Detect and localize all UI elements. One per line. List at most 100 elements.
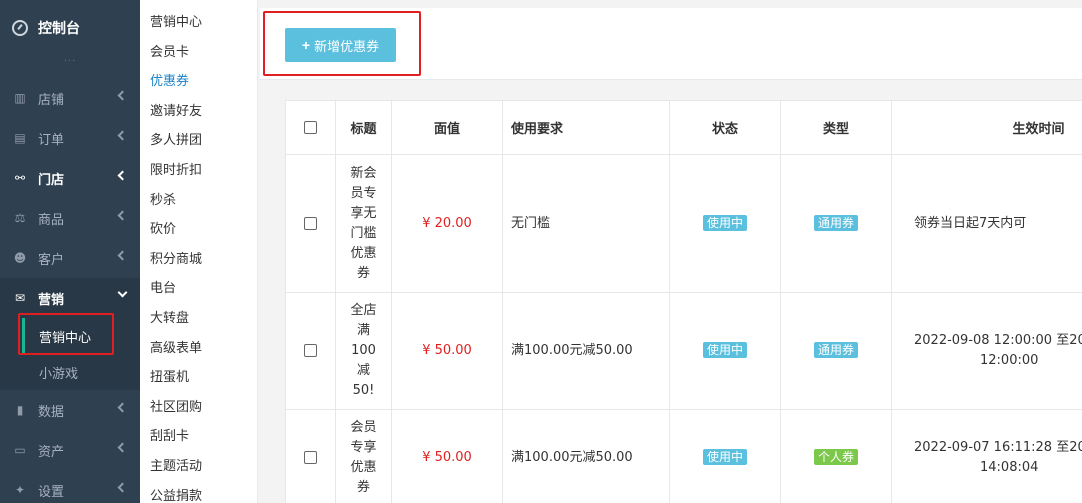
title-line: 50! — [352, 383, 375, 398]
column-header[interactable]: 标题 — [335, 100, 392, 155]
type-cell: 个人券 — [780, 409, 892, 503]
submenu-item[interactable]: 优惠券 — [140, 67, 257, 97]
sidebar-subitem-marketing-center[interactable]: 营销中心 — [0, 313, 140, 355]
title-line: 券 — [356, 479, 370, 495]
bar-chart-icon: ▮ — [16, 403, 24, 417]
sidebar-subitem-mini-games[interactable]: 小游戏 — [0, 354, 140, 390]
title-line: 享无 — [350, 205, 377, 221]
gear-icon: ✦ — [14, 483, 26, 497]
sidebar-submenu-marketing: 营销中心 小游戏 — [0, 313, 140, 390]
select-all-checkbox[interactable] — [304, 121, 317, 134]
table-row[interactable]: 全店满 100 减 50! ¥ 50.00 满100.00元减50.00 使用中 通用券 202… — [285, 292, 1082, 410]
sidebar-logo[interactable]: 控制台 — [0, 0, 140, 56]
title-line: 优惠 — [350, 245, 377, 261]
column-header[interactable]: 面值 — [391, 100, 503, 155]
table-header-row: 标题 面值 使用要求 状态 类型 生效时间 — [285, 100, 1082, 155]
add-coupon-label: 新增优惠券 — [314, 38, 380, 54]
sidebar-item-orders[interactable]: ▤ 订单 — [0, 118, 140, 158]
title-line: 员专 — [350, 185, 377, 201]
users-icon: ☻ — [13, 251, 27, 265]
sidebar-divider-dots: ··· — [63, 56, 77, 67]
sidebar-item-label: 订单 — [38, 132, 65, 148]
submenu-item[interactable]: 刮刮卡 — [140, 422, 257, 452]
submenu-item[interactable]: 邀请好友 — [140, 97, 257, 127]
shop-icon: ▥ — [14, 91, 26, 105]
submenu-item[interactable]: 积分商城 — [140, 245, 257, 275]
status-cell: 使用中 — [669, 292, 781, 410]
effective-time: 领券当日起7天内可 — [891, 154, 1082, 293]
submenu-item[interactable]: 限时折扣 — [140, 156, 257, 186]
submenu-item[interactable]: 扭蛋机 — [140, 363, 257, 393]
sidebar-item-products[interactable]: ⚖ 商品 — [0, 198, 140, 238]
column-header[interactable]: 生效时间 — [891, 100, 1082, 155]
column-header[interactable]: 状态 — [669, 100, 781, 155]
submenu-item[interactable]: 会员卡 — [140, 38, 257, 68]
sidebar-item-settings[interactable]: ✦ 设置 — [0, 470, 140, 503]
sidebar-logo-label: 控制台 — [38, 21, 80, 37]
effective-time-line: 领券当日起7天内可 — [914, 215, 1027, 231]
submenu-item[interactable]: 电台 — [140, 274, 257, 304]
toolbar: + 新增优惠券 — [260, 8, 1082, 80]
sidebar-item-stores[interactable]: ⚯ 门店 — [0, 158, 140, 198]
title-line: 新会 — [350, 165, 377, 181]
row-checkbox[interactable] — [304, 216, 317, 230]
submenu-item[interactable]: 主题活动 — [140, 452, 257, 482]
sidebar-item-data[interactable]: ▮ 数据 — [0, 390, 140, 430]
coupon-value: ¥ 50.00 — [391, 409, 503, 503]
coupon-requirement: 满100.00元减50.00 — [502, 409, 670, 503]
title-line: 减 — [356, 363, 370, 378]
chevron-left-icon — [117, 402, 128, 413]
row-select-cell — [285, 292, 336, 410]
submenu-item[interactable]: 秒杀 — [140, 186, 257, 216]
submenu-item[interactable]: 砍价 — [140, 215, 257, 245]
highlight-box — [18, 313, 114, 355]
title-line: 100 — [351, 343, 376, 358]
title-line: 专享 — [350, 439, 377, 455]
chevron-left-icon — [117, 170, 128, 181]
submenu-item[interactable]: 社区团购 — [140, 393, 257, 423]
sidebar-item-label: 资产 — [38, 444, 65, 460]
type-cell: 通用券 — [780, 154, 892, 293]
sidebar-subitem-label: 小游戏 — [39, 366, 79, 382]
submenu-item[interactable]: 营销中心 — [140, 8, 257, 38]
sidebar-item-customers[interactable]: ☻ 客户 — [0, 238, 140, 278]
column-header[interactable]: 使用要求 — [502, 100, 670, 155]
submenu-item[interactable]: 多人拼团 — [140, 126, 257, 156]
type-cell: 通用券 — [780, 292, 892, 410]
type-badge: 个人券 — [813, 448, 858, 465]
submenu-item[interactable]: 大转盘 — [140, 304, 257, 334]
sidebar-item-label: 营销 — [38, 292, 65, 308]
type-badge: 通用券 — [813, 342, 858, 358]
sidebar-item-marketing[interactable]: ✉ 营销 — [0, 278, 140, 318]
balance-icon: ⚖ — [14, 211, 26, 225]
row-checkbox[interactable] — [304, 344, 317, 357]
column-header[interactable]: 类型 — [780, 100, 892, 155]
submenu-item[interactable]: 公益捐款 — [140, 482, 257, 503]
title-line: 满 — [356, 323, 370, 338]
coupon-title: 会员 专享 优惠券 — [335, 409, 392, 503]
row-select-cell — [285, 409, 336, 503]
add-coupon-button[interactable]: + 新增优惠券 — [285, 28, 396, 62]
status-cell: 使用中 — [669, 154, 781, 293]
sidebar-item-label: 数据 — [38, 404, 65, 420]
table-row[interactable]: 新会 员专 享无 门槛 优惠券 ¥ 20.00 无门槛 使用中 通用券 领券当日起7天内可 — [285, 154, 1082, 293]
order-icon: ▤ — [14, 131, 26, 145]
coupon-requirement: 满100.00元减50.00 — [502, 292, 670, 410]
marketing-submenu: 营销中心 会员卡 优惠券 邀请好友 多人拼团 限时折扣 秒杀 砍价 积分商城 电台 大转盘 高级表单扭… — [140, 0, 258, 503]
sitemap-icon: ⚯ — [14, 171, 26, 185]
chevron-left-icon — [117, 210, 128, 221]
table-row[interactable]: 会员 专享 优惠券 ¥ 50.00 满100.00元减50.00 使用中 个人券 2022-0… — [285, 409, 1082, 503]
sidebar-item-label: 商品 — [38, 212, 65, 228]
title-line: 门槛 — [350, 225, 377, 241]
coupon-table: 标题 面值 使用要求 状态 类型 生效时间 新会员专享无门槛优惠券 ¥ 20.00… — [285, 100, 1082, 503]
status-cell: 使用中 — [669, 409, 781, 503]
chevron-left-icon — [117, 250, 128, 261]
effective-time-line: 2022-09-07 16:11:28 至20 — [914, 439, 1082, 455]
sidebar-item-assets[interactable]: ▭ 资产 — [0, 430, 140, 470]
sidebar-item-label: 客户 — [38, 252, 65, 268]
submenu-item[interactable]: 高级表单 — [140, 334, 257, 364]
select-all-cell — [285, 100, 336, 155]
coupon-value: ¥ 20.00 — [391, 154, 503, 293]
sidebar-item-shop[interactable]: ▥ 店铺 — [0, 78, 140, 118]
row-checkbox[interactable] — [304, 450, 317, 464]
